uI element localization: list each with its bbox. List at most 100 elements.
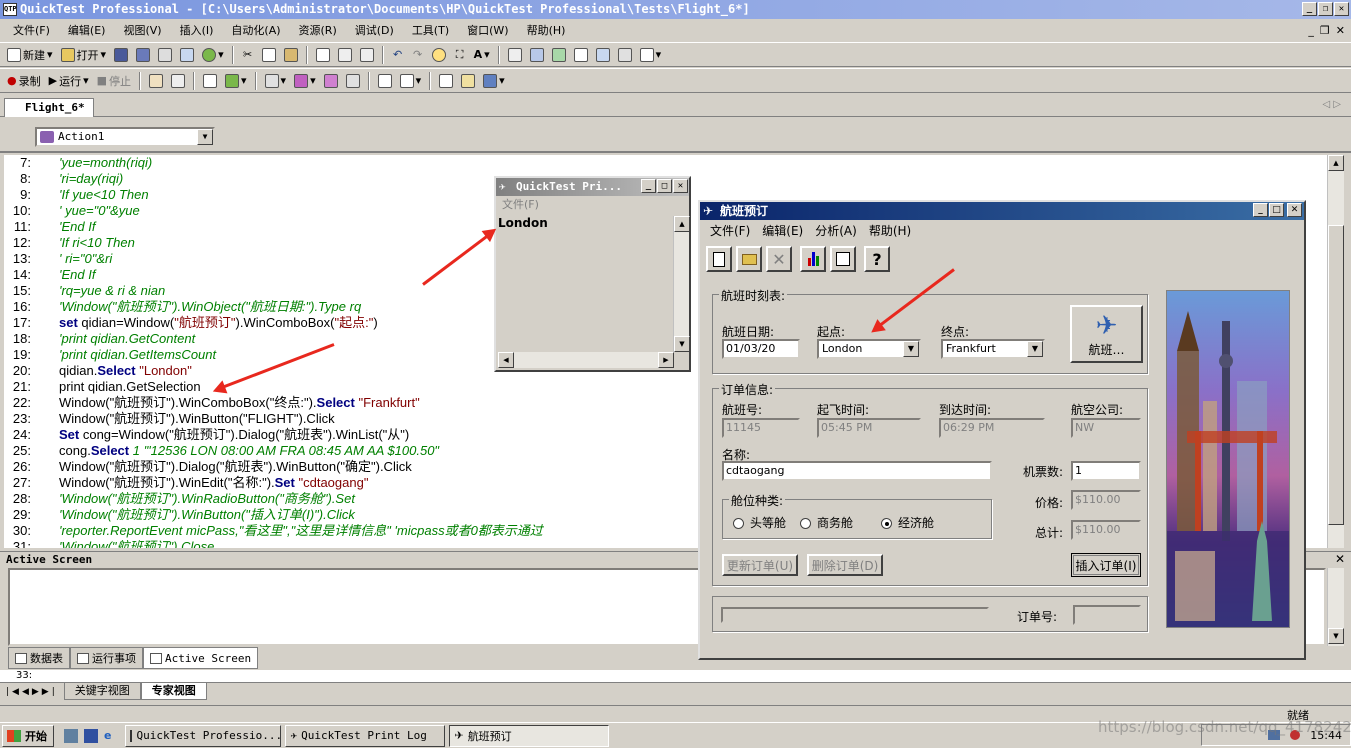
start-button[interactable]: 开始 xyxy=(2,724,54,747)
data-table-button[interactable] xyxy=(571,45,591,65)
end-transaction-button[interactable] xyxy=(343,71,363,91)
to-combo[interactable]: Frankfurt ▼ xyxy=(941,339,1045,359)
print-log-vscroll[interactable]: ▲ ▼ xyxy=(673,216,690,352)
print-log-title-bar[interactable]: ✈ QuickTest Pri... _ □ ✕ xyxy=(496,178,689,196)
stop-button[interactable]: ■ 停止 xyxy=(94,71,134,91)
menu-item[interactable]: 视图(V) xyxy=(114,22,170,38)
action-call-button[interactable] xyxy=(375,71,395,91)
new-order-button[interactable] xyxy=(706,246,732,272)
copy-button[interactable] xyxy=(259,45,279,65)
find-button[interactable] xyxy=(335,45,355,65)
ie-icon[interactable]: e xyxy=(104,729,111,743)
save-all-button[interactable] xyxy=(133,45,153,65)
save-button[interactable] xyxy=(111,45,131,65)
taskbar-item-print-log[interactable]: ✈ QuickTest Print Log xyxy=(285,724,446,747)
steps-button[interactable] xyxy=(505,45,525,65)
object-spy-button[interactable] xyxy=(549,45,569,65)
flight-menu-item[interactable]: 编辑(E) xyxy=(756,222,809,239)
graph-button[interactable] xyxy=(800,246,826,272)
radio-economy-class[interactable]: 经济舱 xyxy=(881,514,934,531)
chevron-down-icon[interactable]: ▼ xyxy=(1027,341,1043,357)
scroll-down-button[interactable]: ▼ xyxy=(1328,628,1344,644)
keyword-view-button[interactable] xyxy=(436,71,456,91)
print-log-close-button[interactable]: ✕ xyxy=(673,179,688,193)
flight-menu-item[interactable]: 文件(F) xyxy=(704,222,756,239)
object-repo-button[interactable] xyxy=(527,45,547,65)
desktop-icon[interactable] xyxy=(84,728,98,743)
print-log-maximize-button[interactable]: □ xyxy=(657,179,672,193)
update-order-button[interactable]: 更新订单(U) xyxy=(722,554,798,576)
print-log-menu[interactable]: 文件(F) xyxy=(496,196,689,214)
taskbar-item-qtp[interactable]: QuickTest Professio... xyxy=(125,724,282,747)
bottom-tab[interactable]: 运行事项 xyxy=(70,647,143,669)
menu-item[interactable]: 文件(F) xyxy=(4,22,59,38)
minimize-button[interactable]: _ xyxy=(1302,2,1317,16)
insert-checkpoint-button[interactable]: ▾ xyxy=(262,71,290,91)
menu-item[interactable]: 窗口(W) xyxy=(458,22,517,38)
radio-first-class[interactable]: 头等舱 xyxy=(733,514,786,531)
tab-expert-view[interactable]: 专家视图 xyxy=(140,683,207,700)
insert-output-button[interactable]: ▾ xyxy=(291,71,319,91)
menu-item[interactable]: 工具(T) xyxy=(403,22,458,38)
from-combo[interactable]: London ▼ xyxy=(817,339,921,359)
undo-button[interactable]: ↶ xyxy=(389,45,407,65)
flight-menu-item[interactable]: 分析(A) xyxy=(809,222,863,239)
print-log-hscroll[interactable]: ◀ ▶ xyxy=(498,352,674,368)
server-manager-icon[interactable] xyxy=(64,728,78,743)
mdi-close-button[interactable]: ✕ xyxy=(1336,24,1345,37)
action-combo[interactable]: Action1 ▼ xyxy=(35,127,215,147)
restore-button[interactable]: ❐ xyxy=(1318,2,1333,16)
edit-button[interactable] xyxy=(313,45,333,65)
tab-keyword-view[interactable]: 关键字视图 xyxy=(63,683,141,700)
scroll-left-button[interactable]: ◀ xyxy=(498,352,514,368)
flight-menu-item[interactable]: 帮助(H) xyxy=(863,222,917,239)
menu-item[interactable]: 调试(D) xyxy=(346,22,403,38)
flight-search-button[interactable]: ✈ 航班… xyxy=(1070,305,1143,363)
panel-close-icon[interactable]: ✕ xyxy=(1335,552,1345,566)
code-line[interactable]: 7: 'yue=month(riqi) xyxy=(4,155,1331,171)
view-tab-nav-arrows[interactable]: |◀◀▶▶| xyxy=(0,687,64,697)
expert-view-button[interactable] xyxy=(458,71,478,91)
scroll-down-button[interactable]: ▼ xyxy=(674,336,690,352)
mdi-restore-button[interactable]: ❐ xyxy=(1320,24,1330,37)
delete-toolbar-button[interactable]: ✕ xyxy=(766,246,792,272)
flight-title-bar[interactable]: ✈ 航班预订 _ □ ✕ xyxy=(700,202,1304,220)
print-log-window[interactable]: ✈ QuickTest Pri... _ □ ✕ 文件(F) London ▲ … xyxy=(494,176,691,372)
run-button[interactable]: ▶ 运行 ▾ xyxy=(46,71,92,91)
clear-breakpoints-button[interactable]: ▾ xyxy=(222,71,250,91)
chevron-down-icon[interactable]: ▼ xyxy=(197,129,213,145)
missing-resources-button[interactable]: ▾ xyxy=(637,45,665,65)
active-screen-button[interactable] xyxy=(593,45,613,65)
resources-button[interactable] xyxy=(177,45,197,65)
step-into-button[interactable] xyxy=(146,71,166,91)
menu-item[interactable]: 资源(R) xyxy=(290,22,346,38)
scroll-up-button[interactable]: ▲ xyxy=(674,216,690,232)
print-button[interactable] xyxy=(155,45,175,65)
help-button[interactable]: ? xyxy=(864,246,890,272)
scroll-thumb[interactable] xyxy=(1328,225,1344,525)
menu-item[interactable]: 编辑(E) xyxy=(59,22,115,38)
active-screen-scrollbar[interactable]: ▼ xyxy=(1327,568,1344,646)
tab-scroll-arrows[interactable]: ◁ ▷ xyxy=(1322,99,1341,110)
insert-order-button[interactable]: 插入订单(I) xyxy=(1071,553,1141,577)
flight-date-input[interactable]: 01/03/20 xyxy=(722,339,800,359)
open-button[interactable]: 打开 ▾ xyxy=(58,45,110,65)
chevron-down-icon[interactable]: ▼ xyxy=(903,341,919,357)
tickets-input[interactable]: 1 xyxy=(1071,461,1141,481)
scroll-up-button[interactable]: ▲ xyxy=(1328,155,1344,171)
test-flow-button[interactable]: ▾ xyxy=(480,71,508,91)
split-action-button[interactable]: ▾ xyxy=(397,71,425,91)
radio-business-class[interactable]: 商务舱 xyxy=(800,514,853,531)
bottom-tab[interactable]: Active Screen xyxy=(143,647,259,669)
flight-reservation-window[interactable]: ✈ 航班预订 _ □ ✕ 文件(F) 编辑(E) 分析(A) 帮助(H) ✕ ? 航班… xyxy=(698,200,1306,660)
mdi-minimize-button[interactable]: _ xyxy=(1308,24,1314,37)
editor-scrollbar[interactable]: ▲ xyxy=(1327,155,1344,548)
menu-item[interactable]: 自动化(A) xyxy=(222,22,289,38)
menu-item[interactable]: 帮助(H) xyxy=(518,22,575,38)
cut-button[interactable]: ✂ xyxy=(239,45,257,65)
replace-button[interactable] xyxy=(357,45,377,65)
breakpoint-button[interactable] xyxy=(200,71,220,91)
scroll-right-button[interactable]: ▶ xyxy=(658,352,674,368)
print-log-minimize-button[interactable]: _ xyxy=(641,179,656,193)
taskbar-item-flight[interactable]: ✈ 航班预订 xyxy=(449,724,610,747)
